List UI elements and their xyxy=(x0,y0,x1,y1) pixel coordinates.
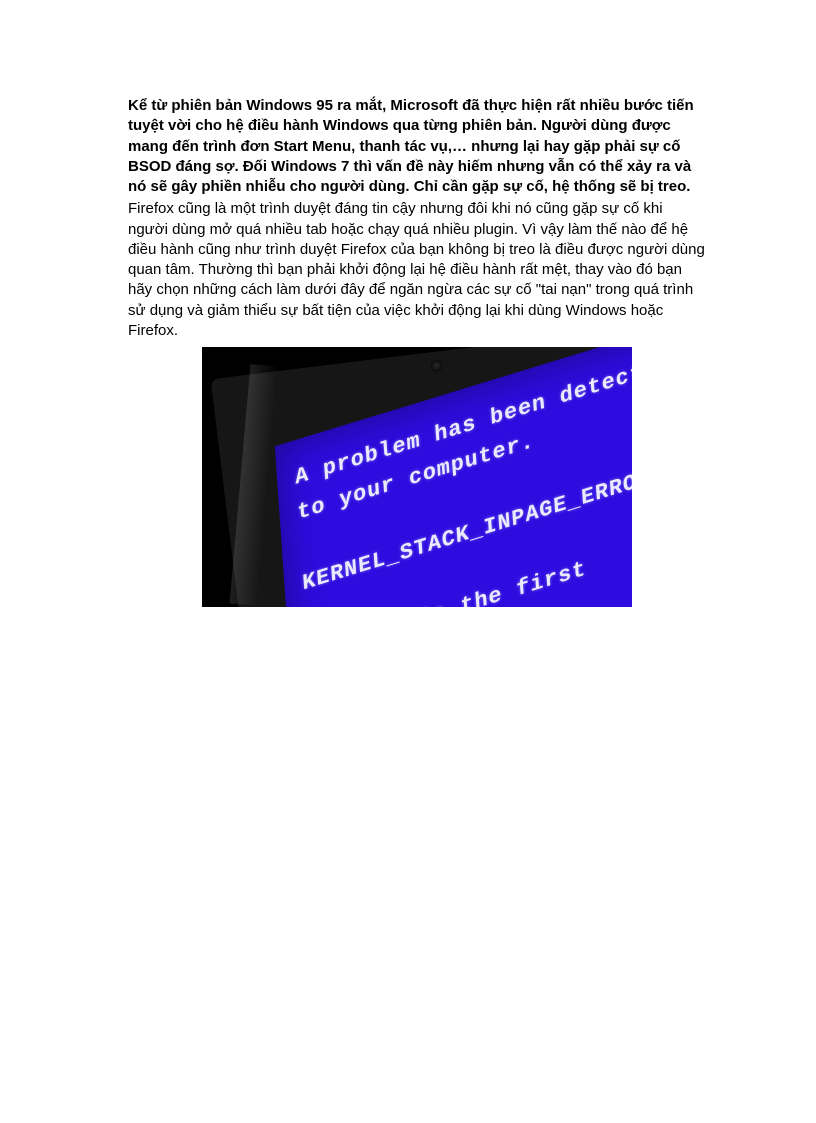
bsod-photo: A problem has been detected an to your c… xyxy=(202,347,632,607)
document-page: Kể từ phiên bản Windows 95 ra mắt, Micro… xyxy=(0,0,816,703)
intro-heading: Kể từ phiên bản Windows 95 ra mắt, Micro… xyxy=(128,96,706,197)
body-paragraph: Firefox cũng là một trình duyệt đáng tin… xyxy=(128,199,706,341)
webcam-hole xyxy=(430,359,443,372)
